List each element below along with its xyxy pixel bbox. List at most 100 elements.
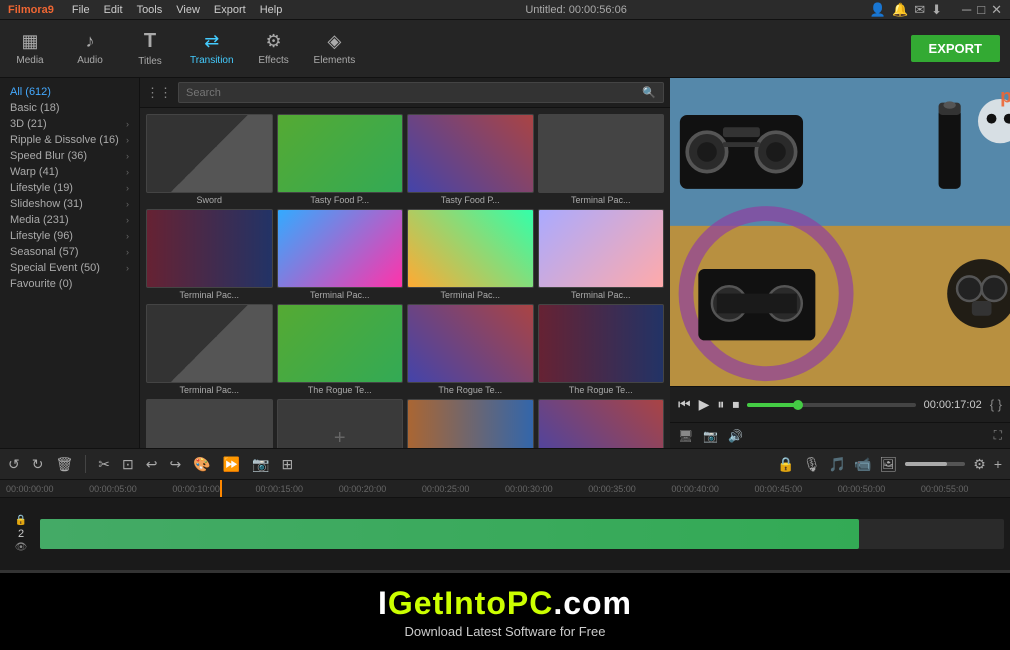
speaker-icon[interactable]: 🔊	[728, 429, 743, 443]
transition-name: The Rogue Te...	[407, 385, 534, 395]
filter-speed-blur[interactable]: Speed Blur (36)›	[0, 148, 139, 164]
tool-media[interactable]: ▦ Media	[10, 31, 50, 66]
volume-slider[interactable]	[905, 462, 965, 466]
music-button[interactable]: 🎵	[829, 456, 846, 473]
stop-button[interactable]: ⏹	[732, 396, 739, 413]
camera-icon[interactable]: 📷	[703, 429, 718, 443]
menu-help[interactable]: Help	[260, 4, 283, 16]
transition-thumb	[407, 114, 534, 193]
list-item[interactable]: Terminal Pac...	[146, 209, 273, 300]
tool-audio[interactable]: ♪ Audio	[70, 31, 110, 66]
add-track-button[interactable]: +	[994, 456, 1002, 472]
separator	[85, 455, 86, 473]
filter-all[interactable]: All (612)	[0, 84, 139, 100]
menu-export[interactable]: Export	[214, 4, 246, 16]
notification-icon[interactable]: 🔔	[892, 2, 908, 18]
list-item[interactable]: The Rogue Te...	[146, 399, 273, 448]
search-input[interactable]	[186, 87, 642, 99]
list-item[interactable]: The Rogue Te...	[538, 304, 665, 395]
profile-icon[interactable]: 👤	[870, 2, 886, 18]
progress-bar[interactable]	[747, 403, 915, 407]
redo-button[interactable]: ↻	[32, 456, 44, 473]
picture-icon[interactable]: 🖼	[879, 456, 897, 473]
lock-track-icon[interactable]: 🔒	[15, 515, 27, 526]
video-controls: ⏮ ▶ ⏸ ⏹ 00:00:17:02 { }	[670, 386, 1010, 422]
filter-favourite[interactable]: Favourite (0)	[0, 276, 139, 292]
export-button[interactable]: EXPORT	[911, 35, 1000, 62]
menu-file[interactable]: File	[72, 4, 90, 16]
timeline-clip[interactable]	[40, 519, 859, 549]
pip-button[interactable]: ⊞	[282, 456, 294, 473]
list-item[interactable]: Topple	[277, 399, 404, 448]
rotate-left-button[interactable]: ↩	[146, 456, 158, 473]
playhead[interactable]	[220, 480, 222, 497]
download-icon[interactable]: ⬇	[931, 2, 942, 18]
transition-thumb	[277, 304, 404, 383]
cut-button[interactable]: ✂	[98, 456, 110, 473]
settings-button[interactable]: ⚙	[973, 456, 986, 473]
fullscreen-icon[interactable]: ⛶	[994, 428, 1002, 443]
player-secondary-controls: 🖥 📷 🔊 ⛶	[670, 422, 1010, 448]
filter-basic[interactable]: Basic (18)	[0, 100, 139, 116]
filter-lifestyle2[interactable]: Lifestyle (96)›	[0, 228, 139, 244]
tick-3: 00:00:15:00	[256, 484, 339, 494]
list-item[interactable]: Terminal Pac...	[407, 209, 534, 300]
menu-tools[interactable]: Tools	[137, 4, 163, 16]
filter-media[interactable]: Media (231)›	[0, 212, 139, 228]
transition-name: Terminal Pac...	[407, 290, 534, 300]
grid-view-icon[interactable]: ⋮⋮	[146, 85, 172, 101]
tool-transition[interactable]: ⇄ Transition	[190, 31, 234, 66]
window-title: Untitled: 00:00:56:06	[296, 4, 856, 16]
tool-elements[interactable]: ◈ Elements	[314, 31, 356, 66]
list-item[interactable]: Terminal Pac...	[538, 114, 665, 205]
list-item[interactable]: The Rogue Te...	[407, 304, 534, 395]
close-button[interactable]: ✕	[991, 2, 1002, 18]
filter-lifestyle1[interactable]: Lifestyle (19)›	[0, 180, 139, 196]
color-button[interactable]: 🎨	[193, 456, 210, 473]
undo-button[interactable]: ↺	[8, 456, 20, 473]
list-item[interactable]: Tasty Food P...	[407, 114, 534, 205]
list-item[interactable]: Terminal Pac...	[538, 209, 665, 300]
lock-button[interactable]: 🔒	[777, 456, 794, 473]
elements-icon: ◈	[327, 31, 341, 52]
track-label: 🔒 2 👁	[6, 515, 36, 553]
list-item[interactable]: Terminal Pac...	[146, 304, 273, 395]
filter-seasonal[interactable]: Seasonal (57)›	[0, 244, 139, 260]
filter-warp[interactable]: Warp (41)›	[0, 164, 139, 180]
list-item[interactable]: Terminal Pac...	[277, 209, 404, 300]
mail-icon[interactable]: ✉	[914, 2, 925, 18]
filter-special[interactable]: Special Event (50)›	[0, 260, 139, 276]
filter-3d[interactable]: 3D (21)›	[0, 116, 139, 132]
in-point-button[interactable]: { }	[990, 397, 1002, 412]
track-content[interactable]	[40, 519, 1004, 549]
main-area: All (612) Basic (18) 3D (21)› Ripple & D…	[0, 78, 1010, 448]
maximize-button[interactable]: □	[977, 2, 985, 17]
list-item[interactable]: Tasty Food P...	[277, 114, 404, 205]
eye-track-icon[interactable]: 👁	[15, 542, 28, 553]
filter-ripple[interactable]: Ripple & Dissolve (16)›	[0, 132, 139, 148]
progress-handle[interactable]	[793, 400, 803, 410]
list-item[interactable]: Traditional Tr...	[407, 399, 534, 448]
play-button[interactable]: ▶	[699, 396, 710, 413]
list-item[interactable]: The Rogue Te...	[277, 304, 404, 395]
crop-button[interactable]: ⊡	[122, 456, 134, 473]
list-item[interactable]: Sword	[146, 114, 273, 205]
rotate-right-button[interactable]: ↪	[169, 456, 181, 473]
snapshot-button[interactable]: 📷	[252, 456, 269, 473]
filter-slideshow[interactable]: Slideshow (31)›	[0, 196, 139, 212]
menu-edit[interactable]: Edit	[104, 4, 123, 16]
camera2-icon[interactable]: 📹	[854, 456, 871, 473]
tool-titles[interactable]: T Titles	[130, 30, 170, 67]
speed-button[interactable]: ⏩	[223, 456, 240, 473]
tool-effects[interactable]: ⚙ Effects	[254, 31, 294, 66]
menu-view[interactable]: View	[176, 4, 200, 16]
microphone-button[interactable]: 🎙	[803, 456, 821, 473]
list-item[interactable]: Traditional Tr...	[538, 399, 665, 448]
skip-back-button[interactable]: ⏮	[678, 396, 691, 413]
pause-button[interactable]: ⏸	[717, 396, 724, 413]
transition-thumb	[538, 209, 665, 288]
timeline-ruler: 00:00:00:00 00:00:05:00 00:00:10:00 00:0…	[0, 480, 1010, 498]
monitor-icon[interactable]: 🖥	[678, 429, 693, 443]
minimize-button[interactable]: ─	[962, 2, 971, 17]
delete-button[interactable]: 🗑	[55, 456, 73, 473]
